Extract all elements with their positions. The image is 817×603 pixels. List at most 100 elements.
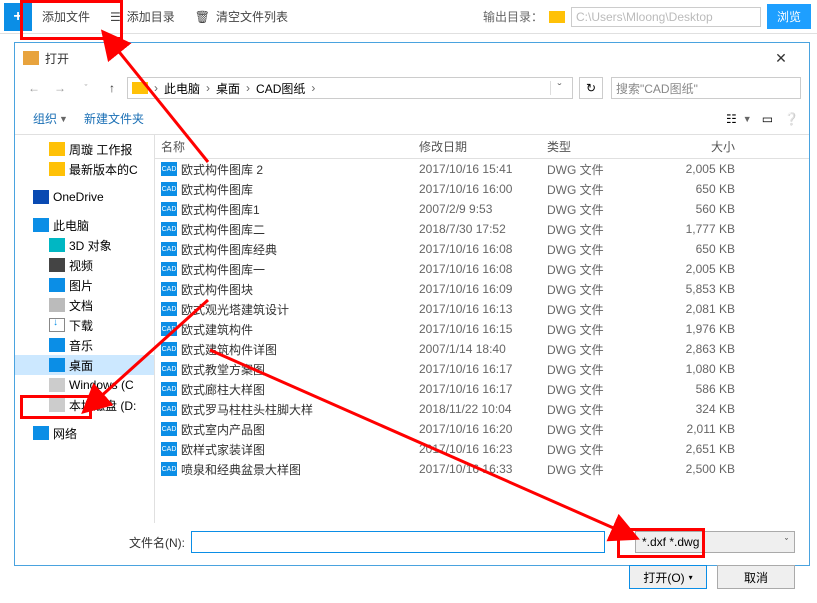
tree-item[interactable]: 3D 对象 [15, 235, 154, 255]
cad-file-icon: CAD [161, 342, 177, 356]
tree-item[interactable]: 音乐 [15, 335, 154, 355]
output-path-input[interactable] [571, 7, 761, 27]
close-button[interactable]: ✕ [761, 50, 801, 67]
cancel-button[interactable]: 取消 [717, 565, 795, 589]
file-date: 2017/10/16 16:23 [413, 442, 541, 456]
file-size: 1,080 KB [651, 362, 741, 376]
file-name: 欧式构件图库 [181, 181, 253, 198]
folder-tree[interactable]: 周璇 工作报最新版本的C OneDrive 此电脑 3D 对象视频图片文档下载音乐桌面… [15, 135, 155, 523]
file-type: DWG 文件 [541, 341, 651, 358]
tree-item[interactable]: 桌面 [15, 355, 154, 375]
add-file-button[interactable]: 添加文件 [32, 0, 100, 33]
file-date: 2017/10/16 16:00 [413, 182, 541, 196]
file-type: DWG 文件 [541, 441, 651, 458]
help-button[interactable]: ❔ [784, 112, 799, 126]
file-row[interactable]: CAD欧式建筑构件2017/10/16 16:15DWG 文件1,976 KB [155, 319, 809, 339]
add-dir-label: 添加目录 [127, 8, 175, 25]
tree-item-label: 视频 [69, 257, 93, 274]
file-size: 1,777 KB [651, 222, 741, 236]
file-row[interactable]: CAD欧式构件图库2017/10/16 16:00DWG 文件650 KB [155, 179, 809, 199]
file-row[interactable]: CAD欧式观光塔建筑设计2017/10/16 16:13DWG 文件2,081 … [155, 299, 809, 319]
file-date: 2007/1/14 18:40 [413, 342, 541, 356]
file-list[interactable]: 名称 修改日期 类型 大小 CAD欧式构件图库 22017/10/16 15:4… [155, 135, 809, 523]
tree-item-label: 图片 [69, 277, 93, 294]
file-size: 5,853 KB [651, 282, 741, 296]
trash-icon: 🗑 [195, 10, 210, 24]
file-row[interactable]: CAD欧式构件图库经典2017/10/16 16:08DWG 文件650 KB [155, 239, 809, 259]
file-size: 560 KB [651, 202, 741, 216]
file-date: 2017/10/16 16:15 [413, 322, 541, 336]
file-row[interactable]: CAD欧样式家装详图2017/10/16 16:23DWG 文件2,651 KB [155, 439, 809, 459]
file-row[interactable]: CAD欧式廊柱大样图2017/10/16 16:17DWG 文件586 KB [155, 379, 809, 399]
file-row[interactable]: CAD欧式构件图库一2017/10/16 16:08DWG 文件2,005 KB [155, 259, 809, 279]
nav-up[interactable]: ↑ [101, 77, 123, 99]
file-type: DWG 文件 [541, 301, 651, 318]
organize-menu[interactable]: 组织▼ [25, 110, 76, 127]
tree-item[interactable]: 此电脑 [15, 215, 154, 235]
file-size: 2,081 KB [651, 302, 741, 316]
file-row[interactable]: CAD欧式室内产品图2017/10/16 16:20DWG 文件2,011 KB [155, 419, 809, 439]
add-dir-button[interactable]: ☰ 添加目录 [100, 0, 185, 33]
filename-input[interactable] [191, 531, 605, 553]
nav-history-dropdown[interactable]: ˇ [75, 77, 97, 99]
tree-item[interactable]: 图片 [15, 275, 154, 295]
file-row[interactable]: CAD欧式构件图库二2018/7/30 17:52DWG 文件1,777 KB [155, 219, 809, 239]
file-row[interactable]: CAD喷泉和经典盆景大样图2017/10/16 16:33DWG 文件2,500… [155, 459, 809, 479]
breadcrumb[interactable]: › 此电脑 › 桌面 › CAD图纸 › ˇ [127, 77, 573, 99]
col-header-date[interactable]: 修改日期 [413, 138, 541, 155]
crumb-2[interactable]: CAD图纸 [252, 80, 309, 97]
clear-list-label: 清空文件列表 [216, 8, 288, 25]
tree-item[interactable]: 视频 [15, 255, 154, 275]
cad-file-icon: CAD [161, 322, 177, 336]
output-label: 输出目录： [483, 8, 543, 25]
nav-forward[interactable]: → [49, 77, 71, 99]
browse-button[interactable]: 浏览 [767, 4, 811, 29]
file-name: 欧式观光塔建筑设计 [181, 301, 289, 318]
tree-item-label: 3D 对象 [69, 237, 112, 254]
new-folder-button[interactable]: 新建文件夹 [76, 110, 152, 127]
tree-item[interactable]: OneDrive [15, 187, 154, 207]
file-size: 2,011 KB [651, 422, 741, 436]
file-type: DWG 文件 [541, 261, 651, 278]
tree-item[interactable]: 网络 [15, 423, 154, 443]
col-header-size[interactable]: 大小 [651, 138, 741, 155]
file-name: 欧式室内产品图 [181, 421, 265, 438]
col-header-type[interactable]: 类型 [541, 138, 651, 155]
file-row[interactable]: CAD欧式构件图块2017/10/16 16:09DWG 文件5,853 KB [155, 279, 809, 299]
file-row[interactable]: CAD欧式建筑构件详图2007/1/14 18:40DWG 文件2,863 KB [155, 339, 809, 359]
preview-pane-button[interactable]: ▭ [757, 109, 778, 129]
file-row[interactable]: CAD欧式构件图库12007/2/9 9:53DWG 文件560 KB [155, 199, 809, 219]
tree-item[interactable]: 周璇 工作报 [15, 139, 154, 159]
tree-item-label: 下载 [69, 317, 93, 334]
doc-icon [49, 298, 65, 312]
tree-item[interactable]: 下载 [15, 315, 154, 335]
file-name: 欧式构件图块 [181, 281, 253, 298]
tree-item[interactable]: 最新版本的C [15, 159, 154, 179]
open-button[interactable]: 打开(O)▾ [629, 565, 707, 589]
file-type-filter[interactable]: *.dxf *.dwg ˇ [635, 531, 795, 553]
folder-icon [49, 162, 65, 176]
dl-icon [49, 318, 65, 332]
file-row[interactable]: CAD欧式罗马柱柱头柱脚大样2018/11/22 10:04DWG 文件324 … [155, 399, 809, 419]
search-input[interactable]: 搜索"CAD图纸" [611, 77, 801, 99]
file-size: 1,976 KB [651, 322, 741, 336]
clear-list-button[interactable]: 🗑 清空文件列表 [185, 0, 298, 33]
cad-file-icon: CAD [161, 282, 177, 296]
file-row[interactable]: CAD欧式构件图库 22017/10/16 15:41DWG 文件2,005 K… [155, 159, 809, 179]
breadcrumb-dropdown[interactable]: ˇ [550, 81, 568, 95]
crumb-1[interactable]: 桌面 [212, 80, 244, 97]
nav-back[interactable]: ← [23, 77, 45, 99]
tree-item[interactable]: 本地磁盘 (D: [15, 395, 154, 415]
crumb-0[interactable]: 此电脑 [160, 80, 204, 97]
file-type: DWG 文件 [541, 381, 651, 398]
col-header-name[interactable]: 名称 [155, 138, 413, 155]
file-row[interactable]: CAD欧式教堂方案图2017/10/16 16:17DWG 文件1,080 KB [155, 359, 809, 379]
add-file-plus-icon[interactable]: + [4, 3, 32, 31]
file-name: 欧样式家装详图 [181, 441, 265, 458]
refresh-button[interactable]: ↻ [579, 77, 603, 99]
view-mode-button[interactable]: ☷▼ [721, 109, 757, 129]
tree-item[interactable]: 文档 [15, 295, 154, 315]
filename-dropdown[interactable]: ˇ [611, 535, 629, 549]
tree-item[interactable]: Windows (C [15, 375, 154, 395]
cad-file-icon: CAD [161, 162, 177, 176]
